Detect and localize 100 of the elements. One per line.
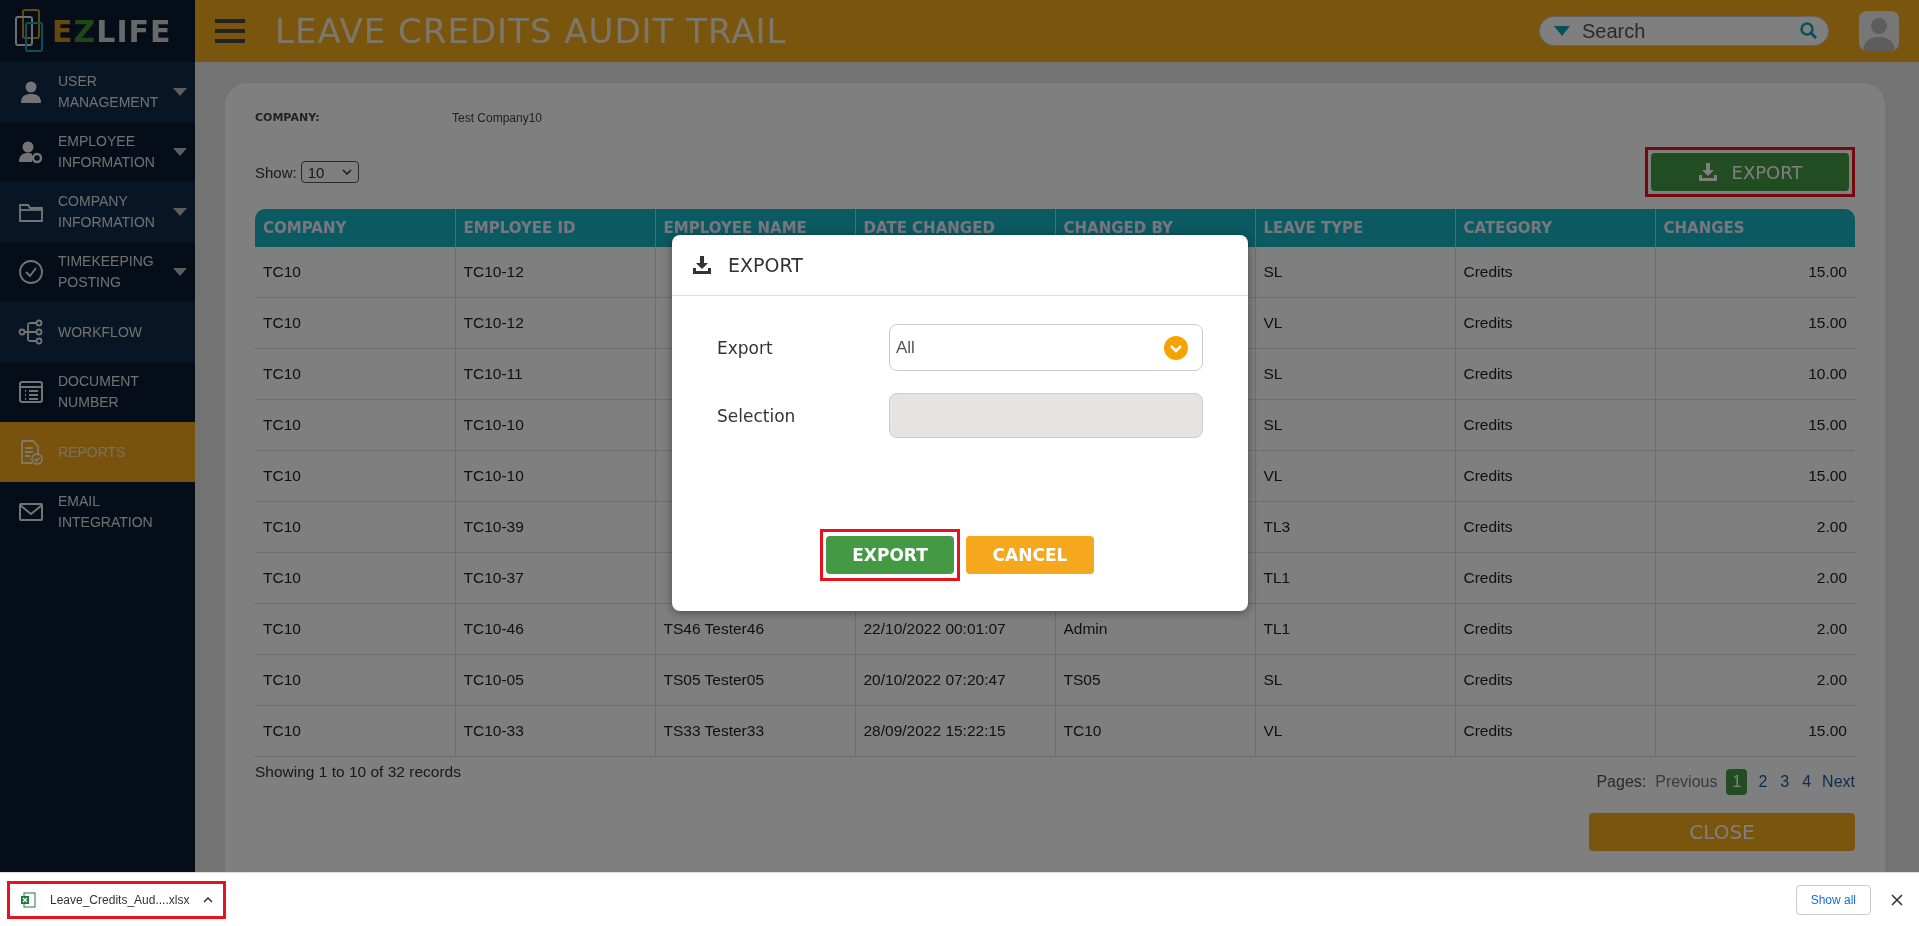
table-cell: 10.00 — [1808, 365, 1847, 382]
search-field[interactable]: Search — [1539, 16, 1829, 46]
table-cell: TS05 — [1063, 671, 1101, 688]
sidebar-item[interactable]: USER MANAGEMENT — [0, 62, 195, 122]
page-link[interactable]: Next — [1822, 769, 1855, 795]
table-cell: TL1 — [1263, 620, 1291, 637]
search-icon[interactable] — [1800, 22, 1818, 40]
table-cell: TC10-10 — [463, 467, 524, 484]
page-link[interactable]: 4 — [1800, 769, 1814, 795]
table-cell: Credits — [1463, 365, 1513, 382]
table-cell: TC10-33 — [463, 722, 524, 739]
sidebar-item[interactable]: EMPLOYEE INFORMATION — [0, 122, 195, 182]
table-cell: TC10 — [263, 620, 301, 637]
caret-icon — [203, 896, 214, 903]
table-cell: 22/10/2022 00:01:07 — [863, 620, 1006, 637]
page-link[interactable]: 1 — [1726, 769, 1748, 795]
user-icon — [18, 79, 44, 105]
close-icon[interactable] — [1891, 893, 1903, 906]
column-header[interactable]: EMPLOYEE ID — [455, 209, 655, 247]
table-cell: Credits — [1463, 263, 1513, 280]
table-cell: VL — [1263, 722, 1283, 739]
table-cell: 28/09/2022 15:22:15 — [863, 722, 1006, 739]
sidebar-item[interactable]: WORKFLOW — [0, 302, 195, 362]
table-cell: 15.00 — [1808, 263, 1847, 280]
list-icon — [18, 379, 44, 405]
table-cell: 15.00 — [1808, 722, 1847, 739]
table-cell: TC10 — [263, 263, 301, 280]
table-cell: TC10 — [263, 467, 301, 484]
download-item[interactable]: Leave_Credits_Aud....xlsx — [7, 880, 227, 919]
column-header[interactable]: CHANGES — [1655, 209, 1855, 247]
table-cell: TC10 — [263, 416, 301, 433]
sidebar-item[interactable]: TIMEKEEPING POSTING — [0, 242, 195, 302]
check-circle-icon — [18, 259, 44, 285]
page-title: LEAVE CREDITS AUDIT TRAIL — [275, 11, 788, 51]
table-cell: 2.00 — [1816, 569, 1847, 586]
sidebar-item[interactable]: DOCUMENT NUMBER — [0, 362, 195, 422]
table-cell: TC10-05 — [463, 671, 524, 688]
record-summary: Showing 1 to 10 of 32 records — [255, 763, 461, 781]
table-cell: TC10-10 — [463, 416, 524, 433]
chevron-icon — [1164, 335, 1188, 360]
app-logo: EZLIFE — [52, 13, 172, 49]
table-cell: TC10 — [1063, 722, 1102, 739]
chevron-icon — [341, 169, 352, 175]
table-cell: TS46 Tester46 — [663, 620, 765, 637]
table-cell: TC10-46 — [463, 620, 524, 637]
field-label: Export — [717, 337, 774, 358]
table-cell: Credits — [1463, 620, 1513, 637]
table-cell: TL3 — [1263, 518, 1291, 535]
menu-icon[interactable] — [215, 18, 245, 44]
table-cell: 15.00 — [1808, 314, 1847, 331]
table-cell: Admin — [1063, 620, 1108, 637]
page-size-select[interactable]: 10 — [300, 161, 359, 183]
company-label: COMPANY: — [255, 111, 321, 125]
table-cell: SL — [1263, 365, 1283, 382]
show-all-button[interactable]: Show all — [1795, 884, 1871, 915]
page-link[interactable]: 2 — [1756, 769, 1770, 795]
field-label: Selection — [717, 405, 797, 426]
table-cell: Credits — [1463, 722, 1513, 739]
table-cell: Credits — [1463, 416, 1513, 433]
report-icon — [18, 439, 44, 465]
table-cell: TC10-39 — [463, 518, 524, 535]
table-cell: TC10 — [263, 314, 301, 331]
table-cell: TC10 — [263, 722, 301, 739]
table-cell: TS33 Tester33 — [663, 722, 765, 739]
table-cell: 2.00 — [1816, 620, 1847, 637]
avatar-icon[interactable] — [1859, 11, 1899, 51]
table-cell: Credits — [1463, 671, 1513, 688]
download-icon — [1697, 162, 1718, 182]
search-input[interactable]: Search — [1580, 18, 1790, 44]
table-cell: SL — [1263, 416, 1283, 433]
sidebar-item[interactable]: COMPANY INFORMATION — [0, 182, 195, 242]
table-cell: TC10 — [263, 671, 301, 688]
table-cell: 15.00 — [1808, 467, 1847, 484]
table-cell: 20/10/2022 07:20:47 — [863, 671, 1006, 688]
table-cell: VL — [1263, 467, 1283, 484]
export-button[interactable]: EXPORT — [826, 536, 954, 574]
table-cell: TC10-37 — [463, 569, 524, 586]
table-cell: TC10 — [263, 365, 301, 382]
table-cell: 15.00 — [1808, 416, 1847, 433]
caret-icon — [1554, 26, 1570, 36]
table-cell: Credits — [1463, 518, 1513, 535]
export-select[interactable]: All — [889, 324, 1203, 371]
column-header[interactable]: CATEGORY — [1455, 209, 1655, 247]
spreadsheet-icon — [20, 891, 36, 908]
table-cell: TC10 — [263, 569, 301, 586]
sidebar-item[interactable]: EMAIL INTEGRATION — [0, 482, 195, 542]
company-value: Test Company10 — [452, 111, 543, 125]
column-header[interactable]: COMPANY — [255, 209, 455, 247]
column-header[interactable]: LEAVE TYPE — [1255, 209, 1455, 247]
table-cell: SL — [1263, 671, 1283, 688]
download-icon — [692, 255, 712, 275]
table-cell: TS05 Tester05 — [663, 671, 765, 688]
page-link[interactable]: 3 — [1778, 769, 1792, 795]
show-label: Show: — [255, 163, 297, 181]
export-button[interactable]: EXPORT — [1651, 153, 1849, 191]
table-cell: Credits — [1463, 569, 1513, 586]
table-cell: TC10 — [263, 518, 301, 535]
cancel-button[interactable]: CANCEL — [966, 536, 1094, 574]
pages-label: Pages: — [1596, 773, 1647, 791]
table-cell: 2.00 — [1816, 671, 1847, 688]
